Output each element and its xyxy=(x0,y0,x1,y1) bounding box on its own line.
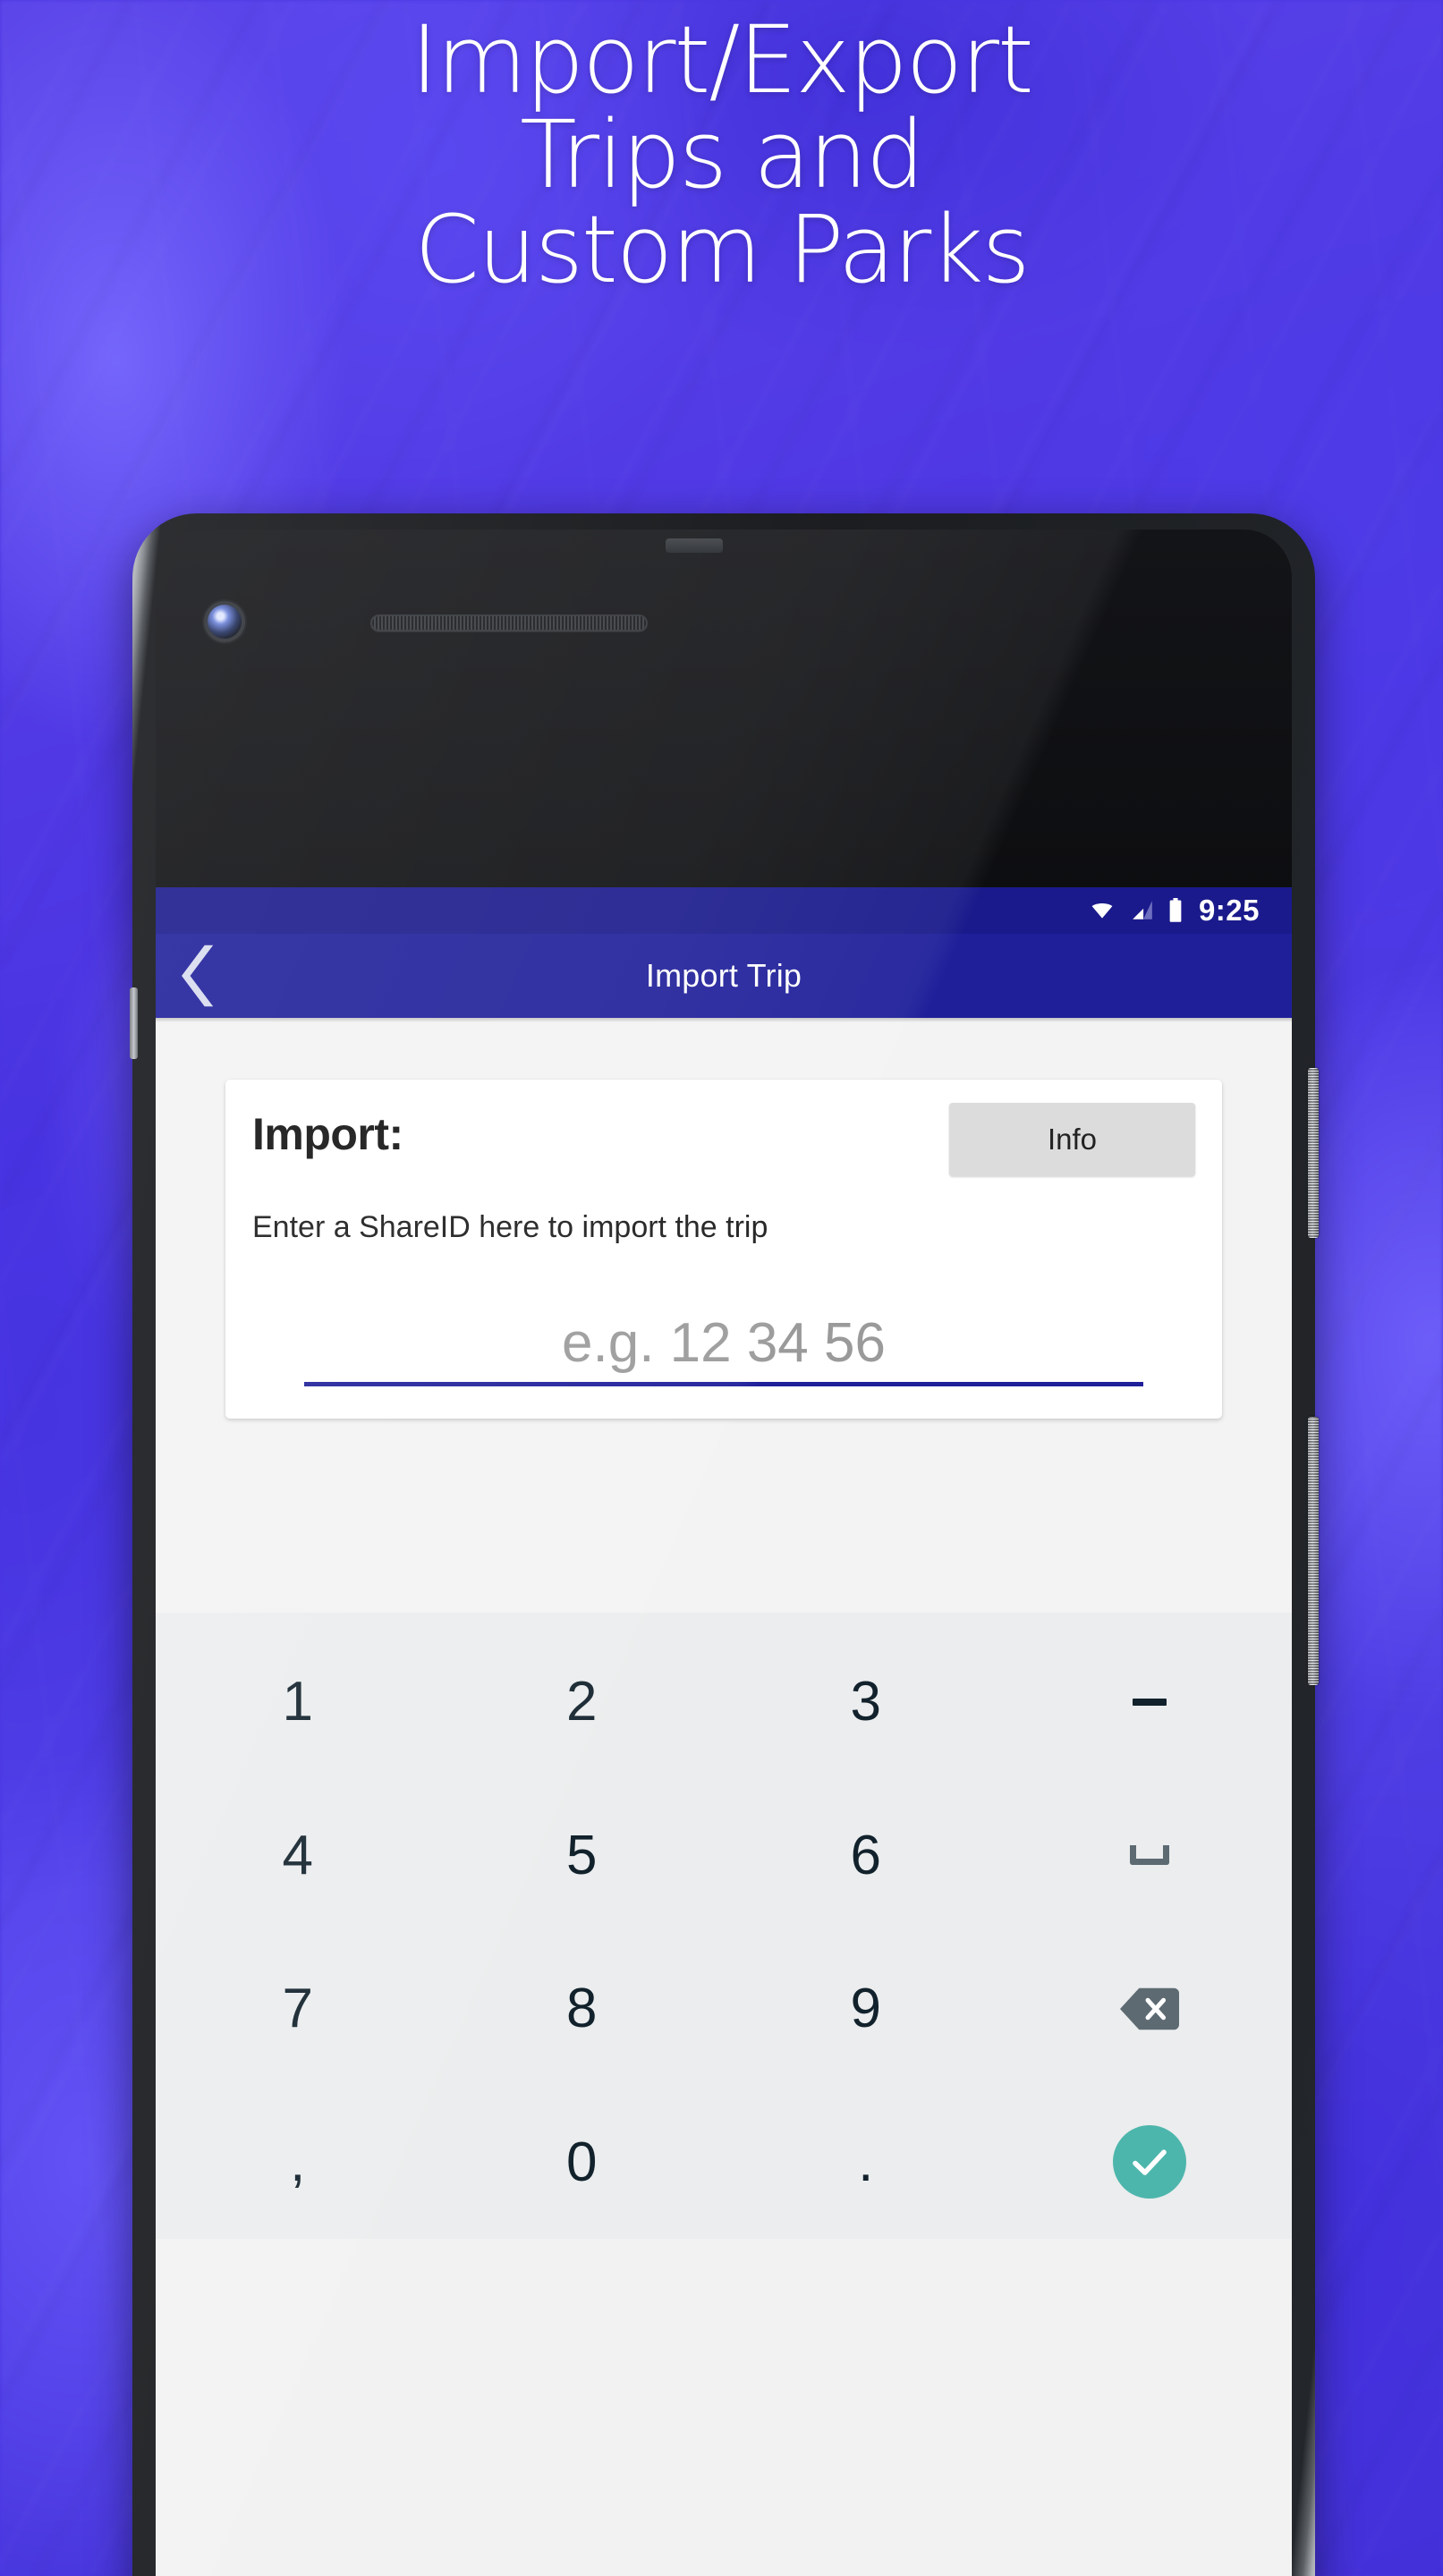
key-0[interactable]: 0 xyxy=(440,2086,725,2240)
key-3-label: 3 xyxy=(850,1671,881,1733)
import-card: Import: Info Enter a ShareID here to imp… xyxy=(225,1080,1222,1419)
key-period[interactable]: . xyxy=(724,2086,1008,2240)
left-frame-detail xyxy=(130,987,138,1059)
numeric-keyboard: 1 2 3 4 5 6 7 8 9, 0. xyxy=(156,1613,1292,2239)
key-space[interactable] xyxy=(1008,1779,1293,1933)
dash-icon xyxy=(1133,1698,1167,1706)
key-2-label: 2 xyxy=(566,1671,598,1733)
cell-signal-icon xyxy=(1133,901,1152,919)
chevron-left-icon[interactable] xyxy=(179,942,220,1010)
speaker-grille-icon xyxy=(370,614,648,631)
key-5[interactable]: 5 xyxy=(440,1779,725,1933)
key-1-label: 1 xyxy=(282,1671,313,1733)
key-5-label: 5 xyxy=(566,1824,598,1886)
card-header: Import: Info xyxy=(252,1103,1195,1176)
enter-key-circle xyxy=(1113,2125,1187,2199)
status-bar: 9:25 xyxy=(156,887,1292,934)
key-7[interactable]: 7 xyxy=(156,1932,440,2086)
app-bar: Import Trip xyxy=(156,934,1292,1018)
keyboard-row: , 0. xyxy=(156,2086,1292,2240)
keyboard-row: 7 8 9 xyxy=(156,1932,1292,2086)
key-comma[interactable]: , xyxy=(156,2086,440,2240)
card-description: Enter a ShareID here to import the trip xyxy=(252,1210,768,1244)
key-6-label: 6 xyxy=(850,1824,881,1886)
key-7-label: 7 xyxy=(282,1978,313,2040)
status-bar-clock: 9:25 xyxy=(1198,894,1260,927)
info-button[interactable]: Info xyxy=(949,1103,1195,1176)
promo-headline: Import/Export Trips and Custom Parks xyxy=(0,13,1443,297)
key-4-label: 4 xyxy=(282,1824,313,1886)
space-icon xyxy=(1130,1845,1170,1866)
wifi-icon xyxy=(1091,902,1113,919)
key-9-label: 9 xyxy=(850,1978,881,2040)
key-9[interactable]: 9 xyxy=(724,1932,1008,2086)
key-dash[interactable] xyxy=(1008,1625,1293,1779)
key-4[interactable]: 4 xyxy=(156,1779,440,1933)
phone-mockup: 9:25 Import Trip Import: Info Enter a Sh… xyxy=(130,513,1319,2576)
key-0-label: 0 xyxy=(566,2131,598,2193)
volume-button[interactable] xyxy=(1308,1417,1319,1685)
key-8-label: 8 xyxy=(566,1978,598,2040)
card-title: Import: xyxy=(252,1109,403,1159)
key-comma-label: , xyxy=(290,2131,306,2193)
front-camera-icon xyxy=(208,605,242,639)
battery-full-icon xyxy=(1169,898,1182,922)
key-enter[interactable] xyxy=(1008,2086,1293,2240)
headline-line-3: Custom Parks xyxy=(414,195,1030,305)
key-1[interactable]: 1 xyxy=(156,1625,440,1779)
backspace-icon xyxy=(1120,1987,1180,2030)
share-id-field-wrapper xyxy=(252,1311,1195,1386)
phone-glass: 9:25 Import Trip Import: Info Enter a Sh… xyxy=(156,530,1292,2576)
key-backspace[interactable] xyxy=(1008,1932,1293,2086)
key-8[interactable]: 8 xyxy=(440,1932,725,2086)
proximity-sensor-icon xyxy=(666,538,723,553)
key-2[interactable]: 2 xyxy=(440,1625,725,1779)
headline-line-2: Trips and xyxy=(520,100,925,210)
app-screen: 9:25 Import Trip Import: Info Enter a Sh… xyxy=(156,887,1292,2576)
headline-line-1: Import/Export xyxy=(411,5,1034,114)
keyboard-row: 1 2 3 xyxy=(156,1625,1292,1779)
keyboard-row: 4 5 6 xyxy=(156,1779,1292,1933)
content-area: Import: Info Enter a ShareID here to imp… xyxy=(156,1022,1292,1613)
check-icon xyxy=(1133,2149,1167,2176)
power-button[interactable] xyxy=(1308,1068,1319,1238)
key-6[interactable]: 6 xyxy=(724,1779,1008,1933)
share-id-input[interactable] xyxy=(304,1311,1143,1386)
key-period-label: . xyxy=(858,2131,874,2193)
key-3[interactable]: 3 xyxy=(724,1625,1008,1779)
page-title: Import Trip xyxy=(645,957,802,994)
